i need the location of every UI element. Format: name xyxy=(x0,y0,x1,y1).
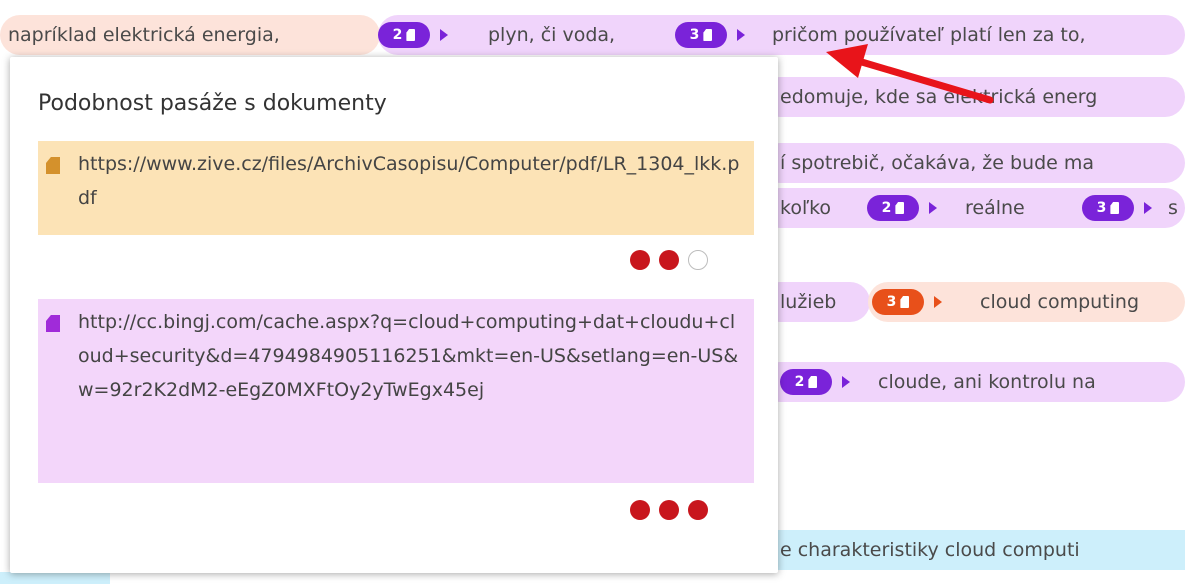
annotation-arrow-icon xyxy=(826,44,994,104)
